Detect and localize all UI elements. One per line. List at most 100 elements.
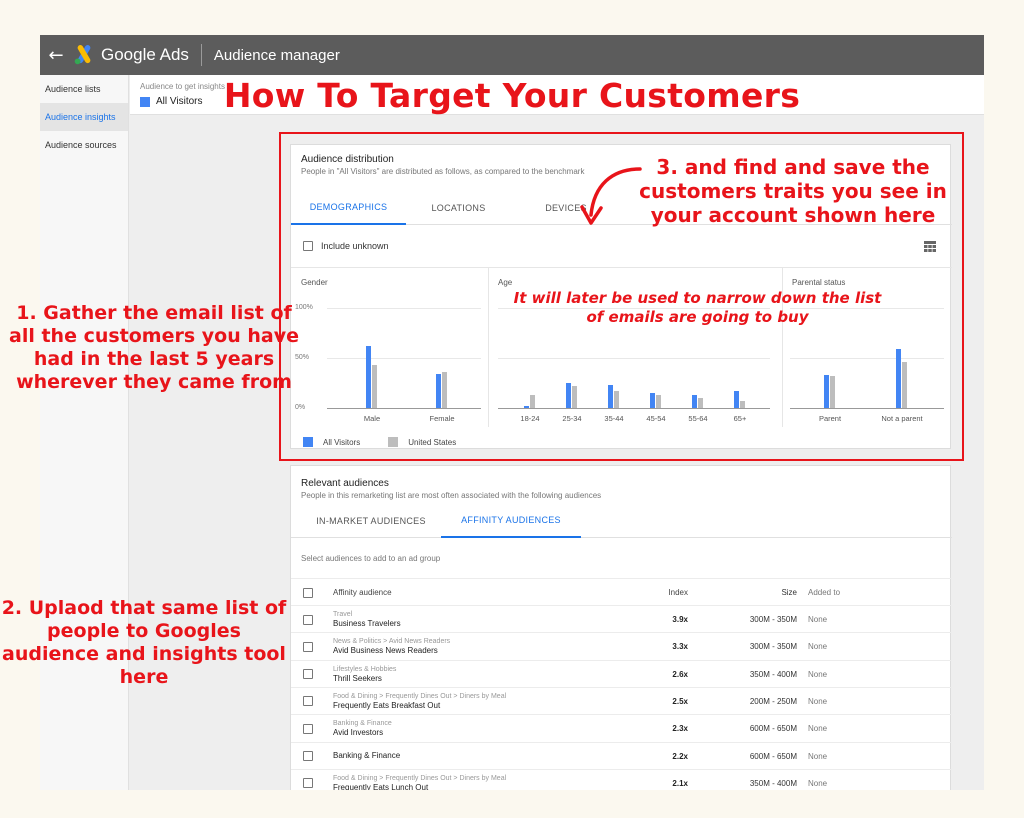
include-unknown-checkbox[interactable] (303, 241, 313, 251)
row-checkbox[interactable] (303, 614, 313, 625)
row-audience: Food & Dining > Frequently Dines Out > D… (333, 770, 506, 790)
row-size: 600M - 650M (749, 751, 797, 761)
chart-baseline (498, 408, 770, 409)
row-index: 2.2x (672, 751, 688, 761)
row-added-to: None (808, 615, 828, 624)
row-audience-name[interactable]: Thrill Seekers (333, 674, 382, 684)
row-audience-name[interactable]: Avid Investors (333, 728, 383, 738)
row-size: 600M - 650M (749, 724, 797, 734)
row-index: 2.5x (672, 696, 688, 706)
bar-united-states (740, 401, 745, 408)
column-header-audience[interactable]: Affinity audience (333, 579, 392, 606)
row-size: 350M - 400M (749, 669, 797, 679)
row-added-to: None (808, 642, 828, 652)
bar-all-visitors (650, 393, 655, 408)
select-audiences-hint: Select audiences to add to an ad group (301, 554, 441, 563)
include-unknown-row[interactable]: Include unknown (303, 241, 389, 251)
table-row[interactable]: Travel Business Travelers 3.9x 300M - 350M N… (291, 605, 952, 632)
row-checkbox[interactable] (303, 669, 313, 680)
row-index: 3.3x (672, 642, 688, 652)
row-select-cell[interactable] (303, 606, 313, 633)
table-row[interactable]: Banking & Finance Avid Investors 2.3x 600M … (291, 714, 952, 741)
title-separator (200, 44, 202, 66)
x-tick-label: Male (363, 414, 381, 423)
chart-gridline (790, 358, 944, 359)
row-checkbox[interactable] (303, 751, 313, 761)
gender-chart: Gender 100% 50% 0% Male Female (291, 267, 488, 427)
legend-label-all-visitors: All Visitors (323, 437, 361, 447)
row-select-cell[interactable] (303, 715, 313, 742)
row-select-cell[interactable] (303, 743, 313, 770)
row-category: News & Politics > Avid News Readers (333, 638, 451, 646)
tab-locations[interactable]: LOCATIONS (406, 191, 511, 225)
row-audience: Banking & Finance Avid Investors (333, 715, 392, 742)
table-row[interactable]: Banking & Finance 2.2x 600M - 650M None (291, 741, 952, 770)
back-arrow-icon[interactable]: ← (45, 45, 67, 66)
column-header-size[interactable]: Size (781, 579, 797, 606)
row-select-cell[interactable] (303, 770, 313, 790)
column-header-index[interactable]: Index (668, 579, 688, 606)
bar-all-visitors (366, 346, 371, 408)
table-row[interactable]: News & Politics > Avid News Readers Avid … (291, 632, 952, 659)
bar-all-visitors (734, 391, 739, 408)
annotation-step-3: 3. and find and save the customers trait… (639, 155, 947, 227)
annotation-title: How To Target Your Customers (223, 76, 801, 115)
chart-gridline (327, 358, 481, 359)
table-view-icon[interactable] (924, 241, 936, 252)
row-checkbox[interactable] (303, 696, 313, 707)
x-tick-label: 65+ (733, 414, 747, 423)
distribution-title: Audience distribution (301, 154, 394, 165)
row-audience-name[interactable]: Frequently Eats Lunch Out (333, 783, 428, 790)
annotation-step-2: 2. Uplaod that same list of people to Go… (1, 597, 287, 688)
bar-united-states (530, 395, 535, 408)
row-index: 2.6x (672, 669, 688, 679)
row-select-cell[interactable] (303, 661, 313, 688)
chart-baseline (790, 408, 944, 409)
tab-in-market-audiences[interactable]: IN-MARKET AUDIENCES (301, 504, 441, 538)
row-index: 3.9x (672, 615, 688, 624)
relevant-title: Relevant audiences (301, 478, 389, 489)
row-size: 300M - 350M (749, 642, 797, 652)
relevant-audiences-card: Relevant audiences People in this remark… (290, 465, 952, 790)
bar-all-visitors (824, 375, 829, 408)
x-tick-label: Not a parent (881, 414, 923, 423)
table-row[interactable]: Lifestyles & Hobbies Thrill Seekers 2.6x 35… (291, 659, 952, 688)
table-row[interactable]: Food & Dining > Frequently Dines Out > D… (291, 686, 952, 715)
column-header-added-to[interactable]: Added to (808, 579, 840, 606)
bar-united-states (442, 372, 447, 408)
row-audience: Lifestyles & Hobbies Thrill Seekers (333, 661, 396, 688)
bar-all-visitors (566, 383, 571, 408)
row-audience: Travel Business Travelers (333, 606, 401, 633)
row-audience: Banking & Finance (333, 743, 400, 770)
row-audience-name[interactable]: Avid Business News Readers (333, 646, 438, 656)
bar-united-states (698, 398, 703, 408)
bar-all-visitors (608, 385, 613, 408)
select-all-checkbox[interactable] (303, 587, 313, 598)
google-ads-logo-icon (74, 45, 91, 65)
tab-demographics[interactable]: DEMOGRAPHICS (291, 191, 406, 225)
bar-united-states (902, 362, 907, 408)
chart-legend: All Visitors United States (303, 437, 456, 447)
row-audience: News & Politics > Avid News Readers Avid … (333, 633, 450, 660)
row-select-cell[interactable] (303, 633, 313, 660)
bar-united-states (614, 391, 619, 408)
chart-title: Parental status (792, 278, 846, 287)
select-all-cell[interactable] (303, 579, 313, 606)
row-audience-name[interactable]: Business Travelers (333, 619, 401, 629)
row-audience-name[interactable]: Frequently Eats Breakfast Out (333, 701, 440, 711)
row-checkbox[interactable] (303, 641, 313, 652)
row-index: 2.3x (672, 724, 688, 734)
annotation-step-1: 1. Gather the email list of all the cust… (9, 302, 299, 393)
row-checkbox[interactable] (303, 778, 313, 789)
row-checkbox[interactable] (303, 723, 313, 734)
table-row[interactable]: Food & Dining > Frequently Dines Out > D… (291, 768, 952, 790)
bar-united-states (572, 386, 577, 408)
sidebar-item-audience-sources[interactable]: Audience sources (40, 131, 128, 159)
row-category: Banking & Finance (333, 720, 392, 728)
row-select-cell[interactable] (303, 688, 313, 715)
bar-all-visitors (524, 406, 529, 408)
row-audience-name[interactable]: Banking & Finance (333, 751, 400, 761)
tab-affinity-audiences[interactable]: AFFINITY AUDIENCES (441, 504, 581, 538)
chart-gridline (327, 308, 481, 309)
row-added-to: None (808, 778, 828, 788)
